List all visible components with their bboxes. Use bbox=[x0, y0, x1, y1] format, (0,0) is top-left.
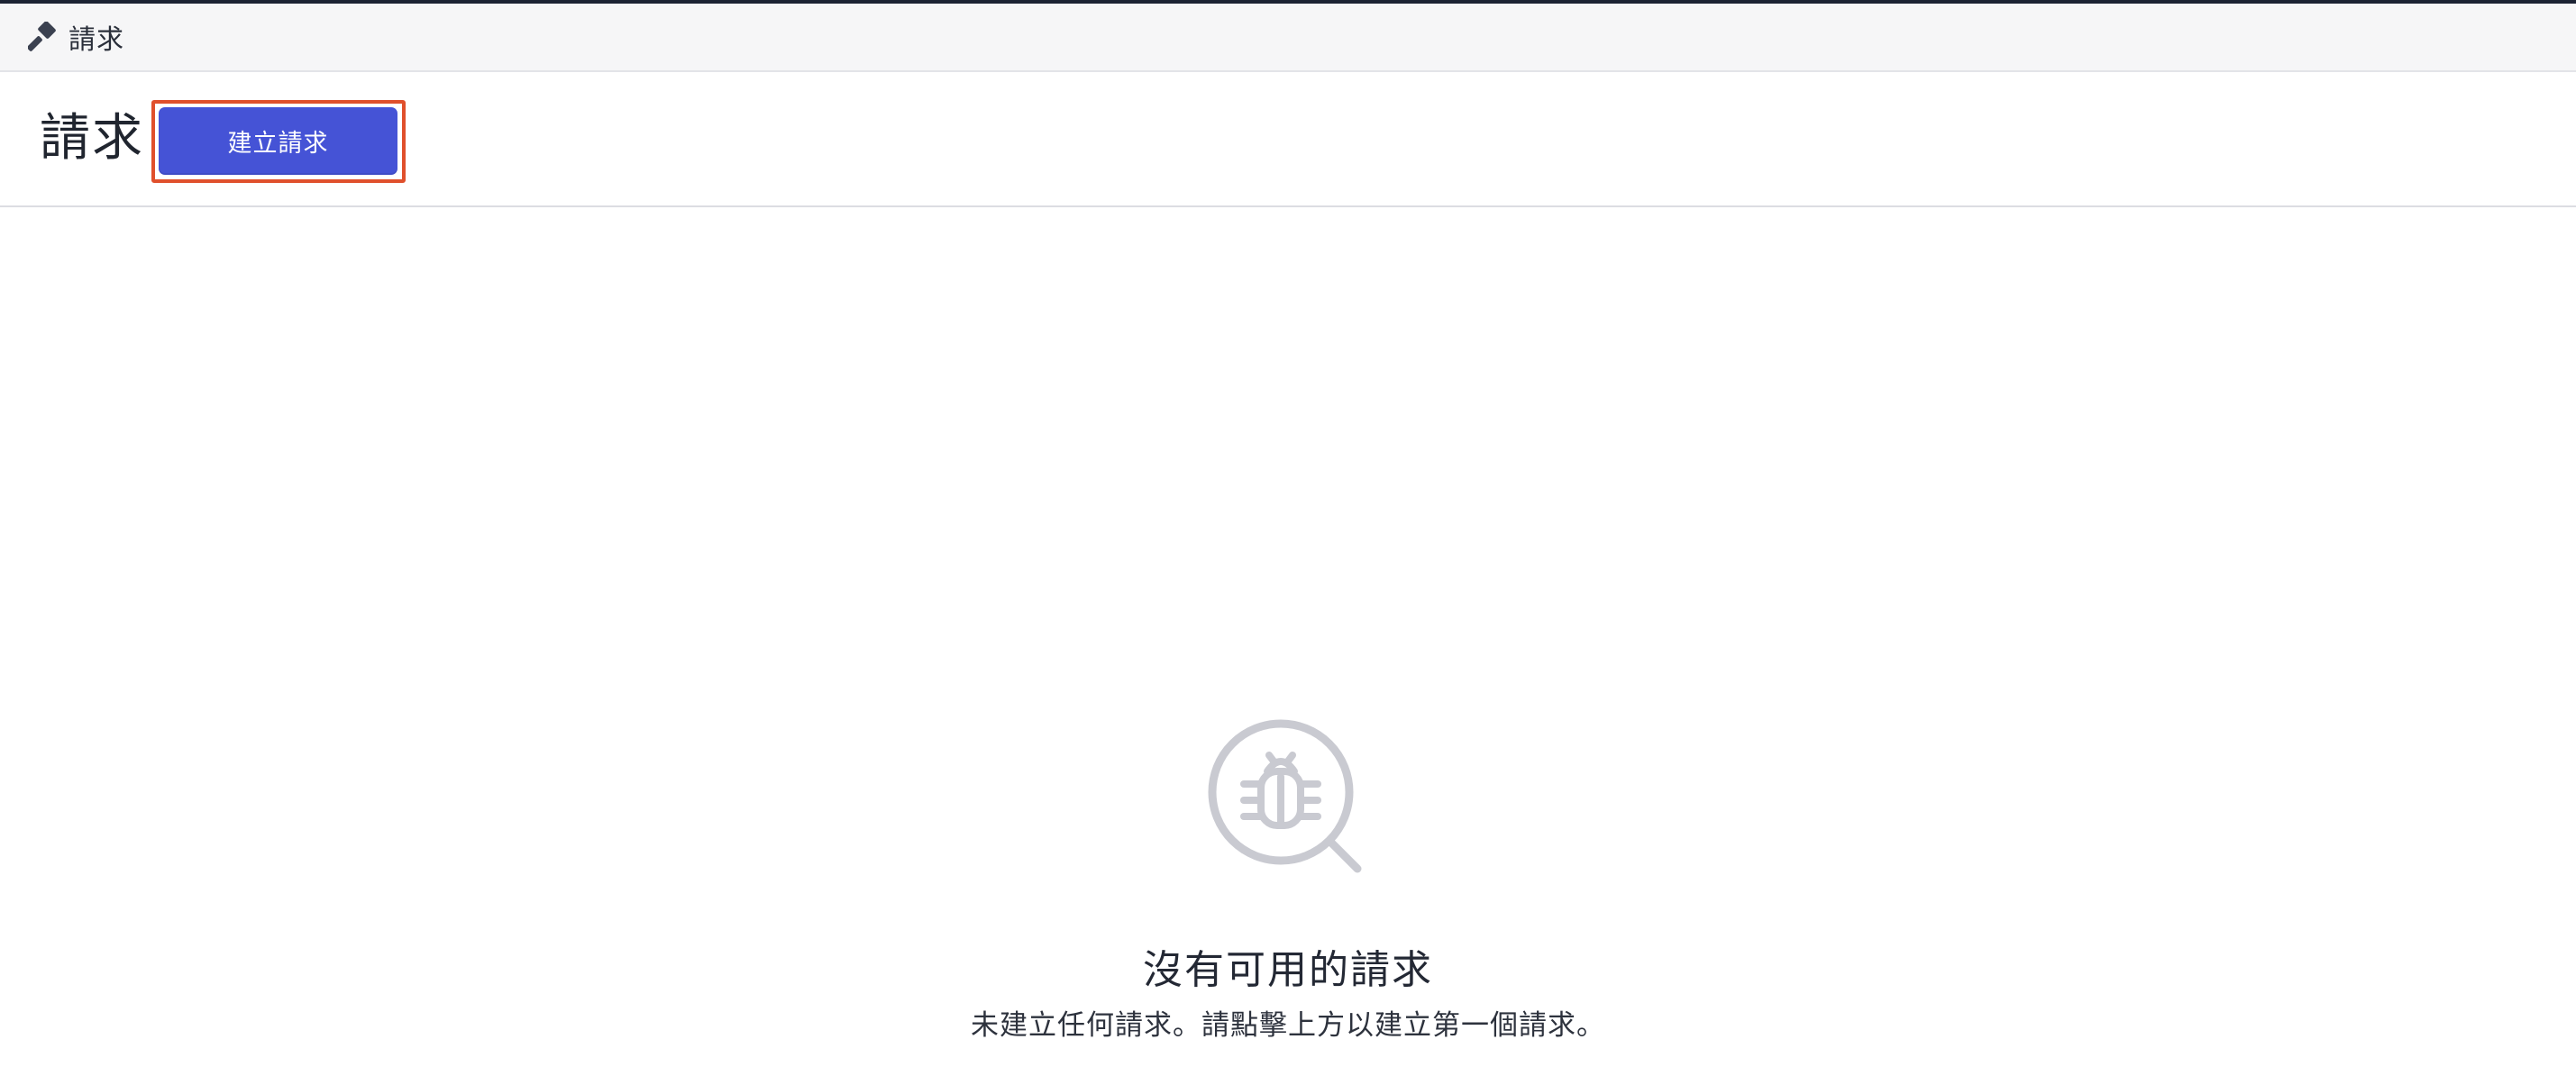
page-title: 請求 bbox=[40, 109, 144, 168]
breadcrumb-label[interactable]: 請求 bbox=[69, 17, 124, 57]
app-window: 請求 請求 建立請求 沒有可用的請求 未建立任何請求。請點擊上方以建立第一個請求… bbox=[0, 0, 2576, 1085]
empty-state-description: 未建立任何請求。請點擊上方以建立第一個請求。 bbox=[971, 1009, 1605, 1042]
create-request-button[interactable]: 建立請求 bbox=[159, 107, 397, 175]
bug-magnifier-icon bbox=[1204, 716, 1375, 887]
breadcrumb-bar: 請求 bbox=[0, 4, 2576, 72]
empty-state-title: 沒有可用的請求 bbox=[1143, 947, 1433, 993]
page-header: 請求 建立請求 bbox=[0, 72, 2576, 207]
hammer-icon bbox=[27, 21, 59, 53]
